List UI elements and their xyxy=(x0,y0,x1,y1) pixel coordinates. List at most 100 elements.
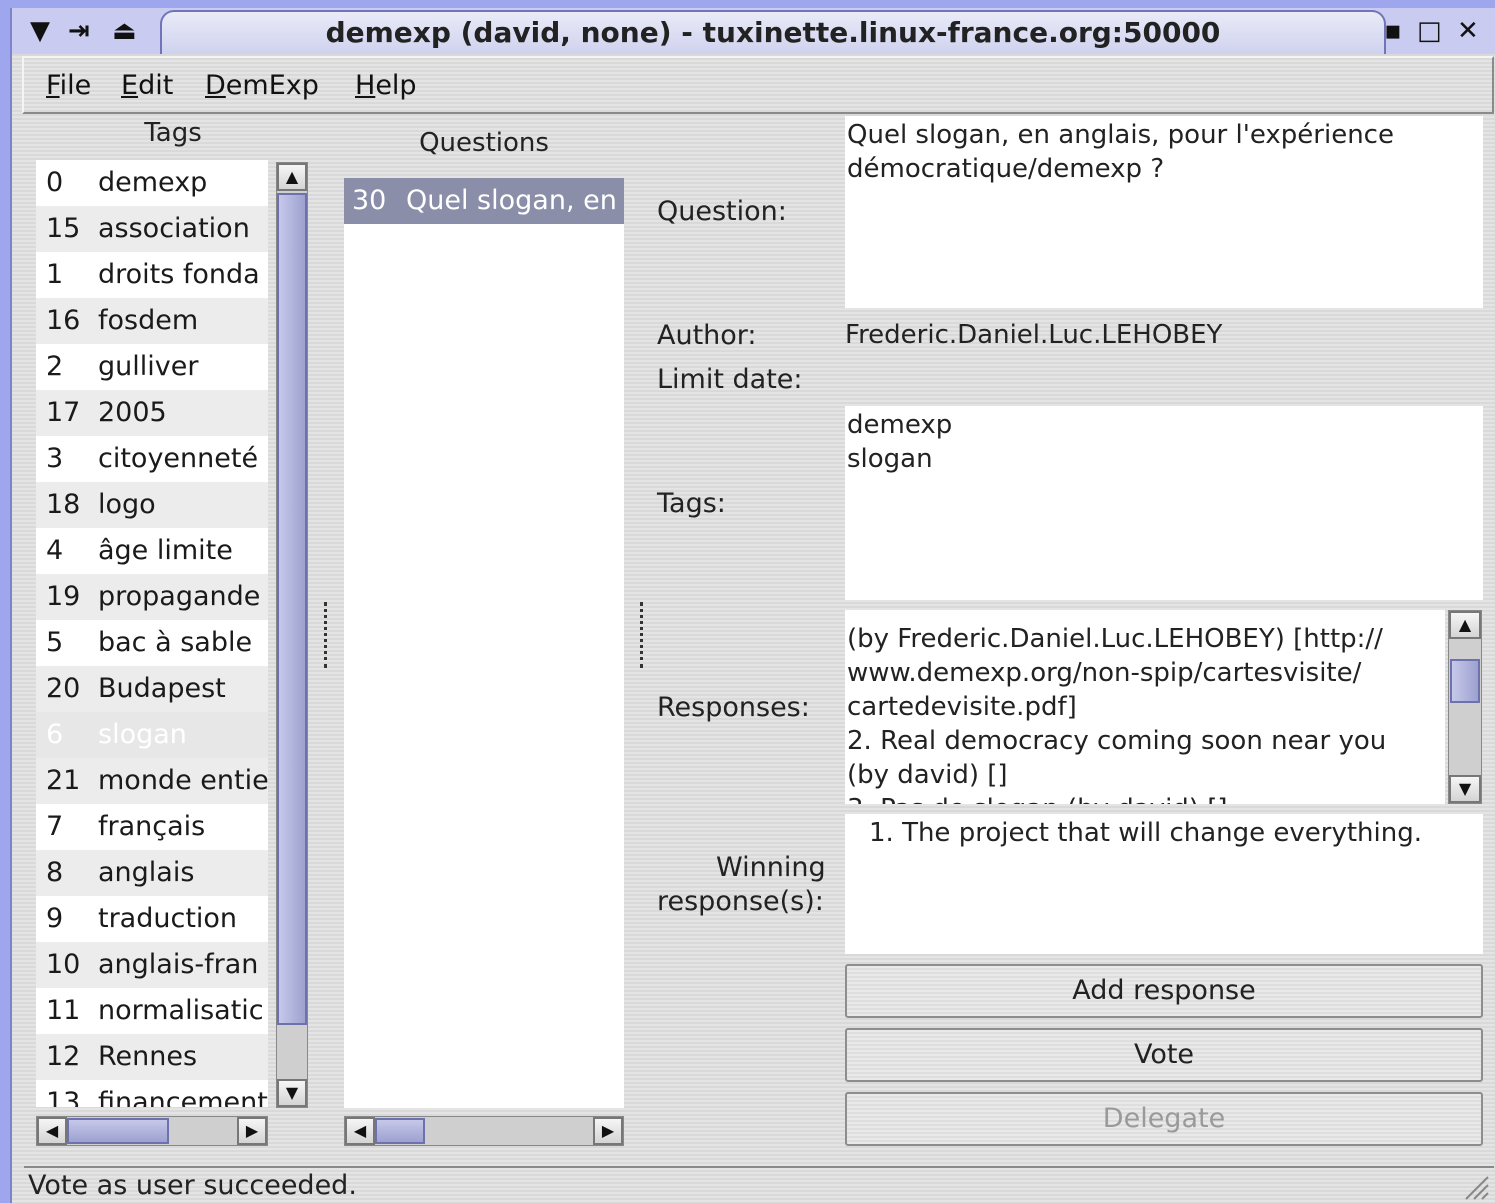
tags-hscroll-thumb[interactable] xyxy=(67,1118,169,1144)
tag-row[interactable]: 0 demexp xyxy=(36,160,268,206)
tags-field[interactable]: demexp slogan xyxy=(845,406,1483,600)
scroll-down-icon[interactable]: ▼ xyxy=(1449,775,1481,803)
tag-row[interactable]: 10 anglais-fran xyxy=(36,942,268,988)
questions-hscrollbar[interactable]: ◀ ▶ xyxy=(344,1116,624,1146)
tag-row[interactable]: 12 Rennes xyxy=(36,1034,268,1080)
tag-name: français xyxy=(98,811,206,842)
question-row[interactable]: 30 Quel slogan, en xyxy=(344,178,624,224)
questions-hscroll-thumb[interactable] xyxy=(375,1118,425,1144)
tag-name: gulliver xyxy=(98,351,199,382)
tag-number: 18 xyxy=(46,489,81,520)
tag-name: anglais xyxy=(98,857,195,888)
tag-row[interactable]: 8 anglais xyxy=(36,850,268,896)
tags-list[interactable]: 0 demexp 15 association 1 droits fonda 16 fosde… xyxy=(36,160,268,1107)
scroll-down-icon[interactable]: ▼ xyxy=(277,1079,307,1107)
tag-number: 4 xyxy=(46,535,64,566)
response-line: 2. Real democracy coming soon near you xyxy=(847,726,1387,756)
tag-row[interactable]: 4 âge limite xyxy=(36,528,268,574)
questions-header: Questions xyxy=(419,128,549,158)
tag-name: monde entie xyxy=(98,765,268,796)
tag-row[interactable]: 19 propagande xyxy=(36,574,268,620)
tag-row[interactable]: 5 bac à sable xyxy=(36,620,268,666)
tags-hscrollbar[interactable]: ◀ ▶ xyxy=(36,1116,268,1146)
question-number: 30 xyxy=(352,185,387,216)
status-bar: Vote as user succeeded. xyxy=(24,1166,1494,1203)
scroll-up-icon[interactable]: ▲ xyxy=(1449,611,1481,639)
shade-icon[interactable]: ▼ xyxy=(30,16,50,46)
tag-row[interactable]: 7 français xyxy=(36,804,268,850)
scroll-right-icon[interactable]: ▶ xyxy=(237,1117,267,1145)
tag-row[interactable]: 16 fosdem xyxy=(36,298,268,344)
menu-file[interactable]: File xyxy=(46,70,91,101)
response-line: (by Frederic.Daniel.Luc.LEHOBEY) [http:/… xyxy=(847,624,1383,654)
tag-line: slogan xyxy=(847,444,933,474)
menu-help[interactable]: Help xyxy=(355,70,417,101)
menu-bar: File Edit DemExp Help xyxy=(22,56,1494,114)
responses-scroll-thumb[interactable] xyxy=(1450,659,1480,703)
tag-number: 8 xyxy=(46,857,64,888)
tags-field-label: Tags: xyxy=(657,488,726,519)
tag-row[interactable]: 1 droits fonda xyxy=(36,252,268,298)
minimize-icon[interactable]: ▪ xyxy=(1384,16,1402,46)
tag-name: citoyenneté xyxy=(98,443,259,474)
pane-splitter-grip[interactable] xyxy=(324,602,328,668)
tag-name: âge limite xyxy=(98,535,233,566)
close-icon[interactable]: ✕ xyxy=(1457,16,1479,46)
tag-number: 5 xyxy=(46,627,64,658)
tag-name: association xyxy=(98,213,250,244)
tag-row[interactable]: 21 monde entie xyxy=(36,758,268,804)
pane-splitter-grip[interactable] xyxy=(640,602,644,668)
tags-vscrollbar[interactable]: ▲ ▼ xyxy=(276,162,308,1108)
scroll-left-icon[interactable]: ◀ xyxy=(37,1117,67,1145)
add-response-button[interactable]: Add response xyxy=(845,964,1483,1018)
tag-row[interactable]: 13 financement xyxy=(36,1080,268,1107)
tag-number: 6 xyxy=(46,719,64,750)
responses-vscrollbar[interactable]: ▲ ▼ xyxy=(1448,610,1482,804)
tag-number: 19 xyxy=(46,581,81,612)
vote-button[interactable]: Vote xyxy=(845,1028,1483,1082)
question-title: Quel slogan, en xyxy=(406,185,617,216)
question-label: Question: xyxy=(657,196,787,227)
maximize-icon[interactable]: □ xyxy=(1417,16,1442,46)
resize-grip-icon[interactable] xyxy=(1460,1171,1490,1201)
tag-row[interactable]: 20 Budapest xyxy=(36,666,268,712)
scroll-up-icon[interactable]: ▲ xyxy=(277,163,307,191)
response-line: 3. Pas de slogan (by david) [] xyxy=(847,792,1386,804)
tag-name: logo xyxy=(98,489,156,520)
tag-row[interactable]: 15 association xyxy=(36,206,268,252)
tag-row[interactable]: 9 traduction xyxy=(36,896,268,942)
eject-icon[interactable]: ⏏ xyxy=(112,16,137,46)
tag-number: 7 xyxy=(46,811,64,842)
tag-row[interactable]: 11 normalisatic xyxy=(36,988,268,1034)
tag-row[interactable]: 18 logo xyxy=(36,482,268,528)
menu-edit-label: dit xyxy=(138,70,174,101)
tag-name: anglais-fran xyxy=(98,949,259,980)
responses-list[interactable]: (by Frederic.Daniel.Luc.LEHOBEY) [http:/… xyxy=(845,610,1445,804)
response-line xyxy=(847,610,1386,622)
tag-number: 15 xyxy=(46,213,81,244)
tag-row[interactable]: 6 slogan xyxy=(36,712,268,758)
scroll-right-icon[interactable]: ▶ xyxy=(593,1117,623,1145)
scroll-left-icon[interactable]: ◀ xyxy=(345,1117,375,1145)
tag-row[interactable]: 17 2005 xyxy=(36,390,268,436)
menu-demexp[interactable]: DemExp xyxy=(205,70,319,101)
tag-number: 21 xyxy=(46,765,81,796)
tag-number: 13 xyxy=(46,1087,81,1107)
menu-edit[interactable]: Edit xyxy=(121,70,173,101)
title-bar: ▼ ⇥ ⏏ demexp (david, none) - tuxinette.l… xyxy=(12,8,1495,54)
winning-response-text[interactable]: 1. The project that will change everythi… xyxy=(845,814,1483,954)
pin-icon[interactable]: ⇥ xyxy=(68,16,90,46)
tag-row[interactable]: 3 citoyenneté xyxy=(36,436,268,482)
tag-number: 9 xyxy=(46,903,64,934)
tag-row[interactable]: 2 gulliver xyxy=(36,344,268,390)
tag-line: demexp xyxy=(847,410,953,440)
questions-list[interactable]: 30 Quel slogan, en xyxy=(344,178,624,1108)
tag-number: 2 xyxy=(46,351,64,382)
tags-header: Tags xyxy=(144,118,202,148)
tag-name: droits fonda xyxy=(98,259,260,290)
menu-file-mnemonic: F xyxy=(46,70,60,101)
tags-scroll-thumb[interactable] xyxy=(277,193,307,1025)
question-text[interactable]: Quel slogan, en anglais, pour l'expérien… xyxy=(845,116,1483,308)
tag-name: financement xyxy=(98,1087,268,1107)
winning-label-line2: response(s): xyxy=(657,886,824,917)
